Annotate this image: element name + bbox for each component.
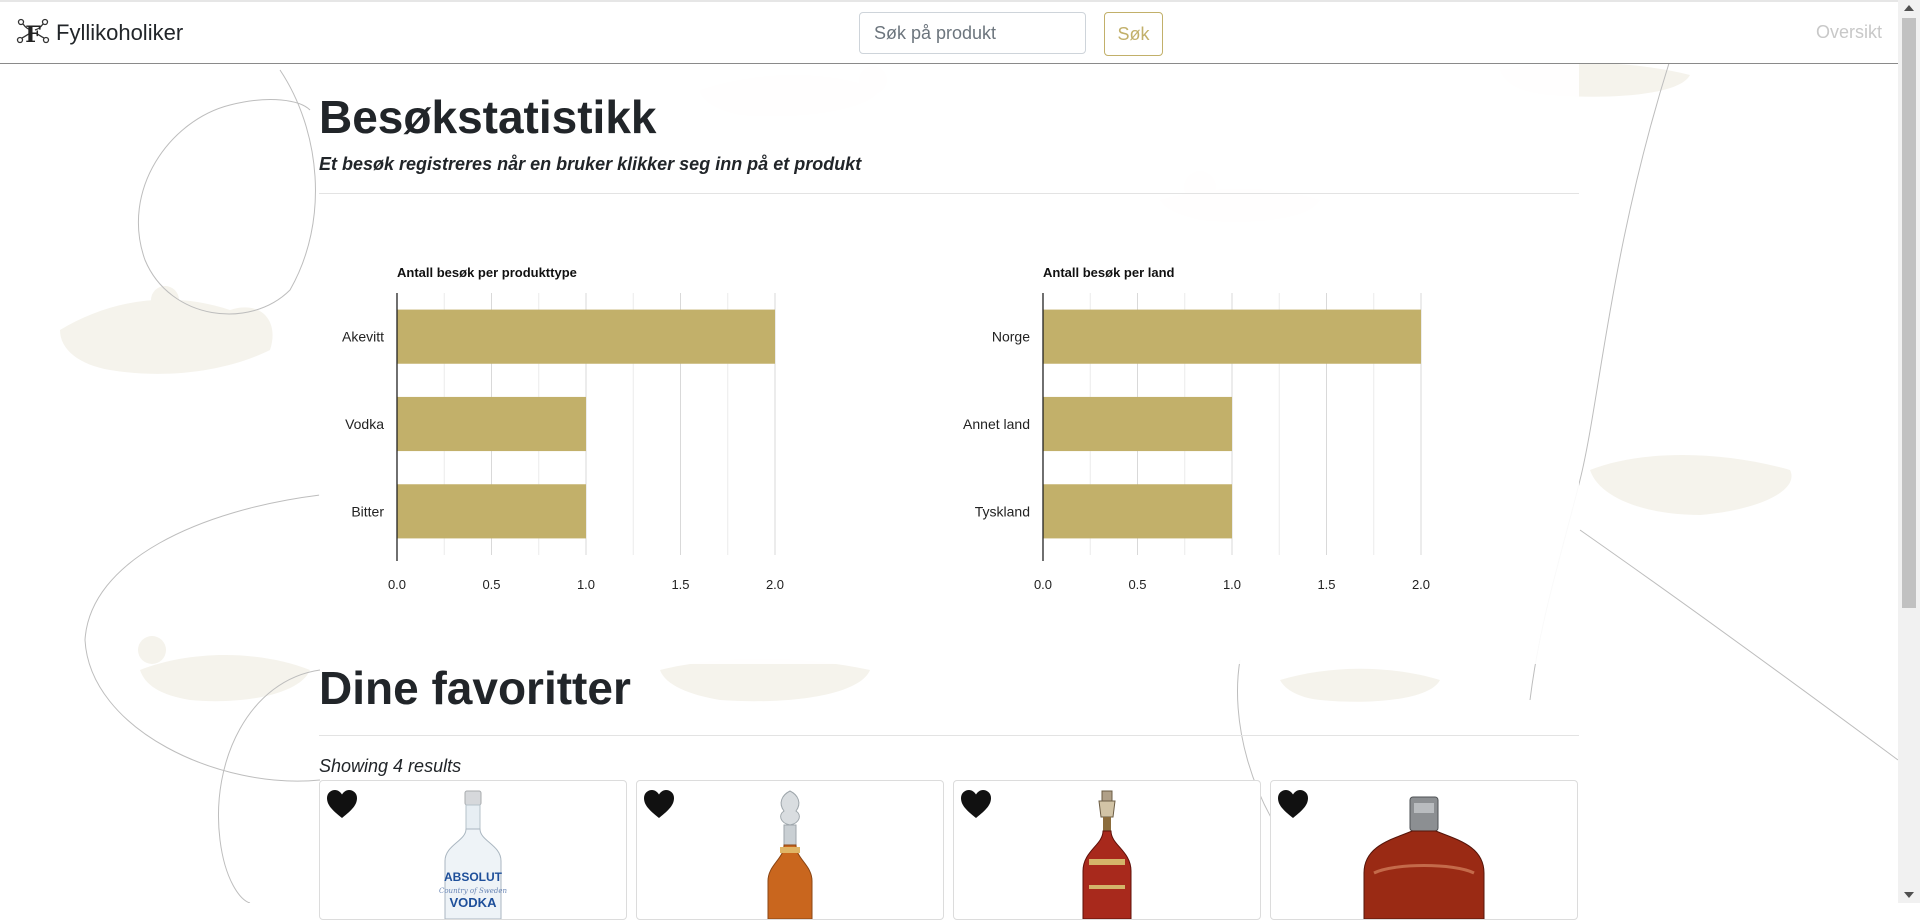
bar-tyskland[interactable] <box>1043 484 1232 539</box>
category-label: Bitter <box>351 503 384 519</box>
heart-icon[interactable] <box>960 789 992 819</box>
x-tick-label: 0.5 <box>1128 577 1146 592</box>
x-tick-label: 2.0 <box>1412 577 1430 592</box>
bar-bitter[interactable] <box>397 484 586 539</box>
category-label: Tyskland <box>975 503 1030 519</box>
vertical-scrollbar[interactable] <box>1898 0 1920 903</box>
svg-text:F: F <box>25 22 41 48</box>
product-card[interactable] <box>1270 780 1578 920</box>
results-count: Showing 4 results <box>319 756 462 776</box>
x-tick-label: 1.5 <box>671 577 689 592</box>
chart-visits-per-product-type: Antall besøk per produkttype Akevitt Vodka… <box>342 265 784 592</box>
category-label: Akevitt <box>342 329 384 345</box>
ornate-decanter-bottle-image <box>1082 790 1132 919</box>
page-title: Besøkstatistikk <box>319 91 657 143</box>
chart-title: Antall besøk per land <box>1043 265 1175 280</box>
category-label: Norge <box>992 329 1030 345</box>
product-card[interactable] <box>953 780 1261 920</box>
scroll-thumb[interactable] <box>1902 18 1916 608</box>
search-button[interactable]: Søk <box>1104 12 1163 56</box>
scroll-down-arrow-icon[interactable] <box>1904 892 1914 898</box>
page-subtitle: Et besøk registreres når en bruker klikk… <box>319 154 862 174</box>
product-card[interactable]: ABSOLUT Country of Sweden VODKA <box>319 780 627 920</box>
product-card[interactable] <box>636 780 944 920</box>
vodka-bottle-image: ABSOLUT Country of Sweden VODKA <box>439 790 508 919</box>
x-tick-label: 1.5 <box>1317 577 1335 592</box>
favorites-title: Dine favoritter <box>319 662 631 714</box>
decanter-bottle-image <box>767 790 813 919</box>
svg-text:ABSOLUT: ABSOLUT <box>444 870 503 884</box>
x-tick-label: 0.5 <box>482 577 500 592</box>
brand-name: Fyllikoholiker <box>56 20 184 45</box>
chart-visits-per-country: Antall besøk per land Norge Annet land Tysk… <box>963 265 1430 592</box>
heart-icon[interactable] <box>1277 789 1309 819</box>
search-input[interactable] <box>859 12 1086 54</box>
category-label: Annet land <box>963 416 1030 432</box>
category-label: Vodka <box>345 416 384 432</box>
x-tick-label: 0.0 <box>388 577 406 592</box>
chart-title: Antall besøk per produkttype <box>397 265 577 280</box>
favorites-list: ABSOLUT Country of Sweden VODKA <box>319 780 1579 920</box>
divider <box>319 193 1579 194</box>
bar-vodka[interactable] <box>397 396 586 452</box>
navbar: F Fyllikoholiker Søk Oversikt <box>0 0 1898 64</box>
bar-norge[interactable] <box>1043 309 1421 364</box>
svg-text:Country of Sweden: Country of Sweden <box>439 887 508 895</box>
x-tick-label: 1.0 <box>577 577 595 592</box>
x-tick-label: 1.0 <box>1223 577 1241 592</box>
nav-link-oversikt[interactable]: Oversikt <box>1816 22 1882 43</box>
heart-icon[interactable] <box>326 789 358 819</box>
brand-logo-icon: F <box>16 18 50 48</box>
x-tick-label: 2.0 <box>766 577 784 592</box>
heart-icon[interactable] <box>643 789 675 819</box>
bar-annet-land[interactable] <box>1043 396 1232 452</box>
brand-link[interactable]: F Fyllikoholiker <box>16 16 183 50</box>
cognac-bottle-image <box>1363 796 1485 919</box>
x-tick-label: 0.0 <box>1034 577 1052 592</box>
bar-akevitt[interactable] <box>397 309 775 364</box>
divider <box>319 735 1579 736</box>
scroll-up-arrow-icon[interactable] <box>1904 5 1914 11</box>
